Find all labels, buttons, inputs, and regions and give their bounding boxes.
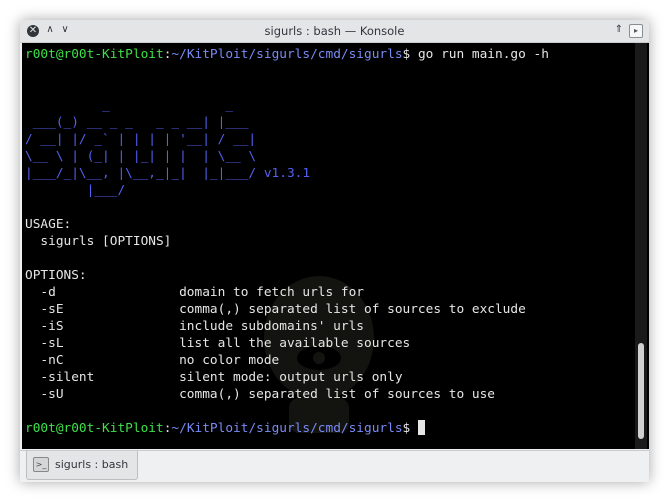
option-flag: -nC — [25, 353, 180, 368]
prompt-path: ~/KitPloit/sigurls/cmd/sigurls — [171, 47, 403, 62]
option-row: -sU comma(,) separated list of sources t… — [25, 386, 549, 403]
banner-line-with-version: |___/_|\__, |\__,_|_| |_|___/ v1.3.1 — [25, 165, 549, 182]
usage-header: USAGE: — [25, 217, 72, 232]
title-bar[interactable]: ✕ ∧ ∨ sigurls : bash — Konsole ⇑ ▸ — [20, 20, 649, 43]
keep-above-icon[interactable]: ⇑ — [613, 23, 625, 37]
banner-line: ___(_) __ _ _ _ _ __| |___ — [25, 115, 249, 130]
prompt-symbol: $ — [402, 47, 418, 62]
prompt-symbol: $ — [402, 421, 418, 436]
current-prompt-line[interactable]: r00t@r00t-KitPloit:~/KitPloit/sigurls/cm… — [25, 420, 549, 437]
prompt-user: r00t@r00t-KitPloit — [25, 421, 164, 436]
option-desc: domain to fetch urls for — [179, 285, 364, 300]
konsole-window: ✕ ∧ ∨ sigurls : bash — Konsole ⇑ ▸ r00t@… — [20, 20, 649, 482]
options-header: OPTIONS: — [25, 268, 87, 283]
option-row: -sE comma(,) separated list of sources t… — [25, 301, 549, 318]
vertical-scrollbar[interactable] — [635, 43, 647, 449]
option-row: -iS include subdomains' urls — [25, 318, 549, 335]
option-row: -d domain to fetch urls for — [25, 284, 549, 301]
usage-line: sigurls [OPTIONS] — [25, 234, 172, 249]
option-desc: no color mode — [179, 353, 280, 368]
version-label: v1.3.1 — [256, 166, 311, 181]
command-text: go run main.go -h — [417, 47, 549, 62]
banner-line: |___/_|\__, |\__,_|_| |_|___/ — [25, 166, 257, 181]
option-desc: silent mode: output urls only — [179, 370, 403, 385]
terminal-icon: >_ — [33, 457, 49, 472]
banner-line: |___/ — [25, 183, 126, 198]
tab-label: sigurls : bash — [55, 458, 129, 471]
option-row: -nC no color mode — [25, 352, 549, 369]
option-row: -sL list all the available sources — [25, 335, 549, 352]
option-row: -silent silent mode: output urls only — [25, 369, 549, 386]
text-cursor — [417, 420, 425, 435]
banner-line: / __| |/ _` | | | | '__| / __| — [25, 132, 257, 147]
banner-line: \__ \ | (_| | |_| | | | \__ \ — [25, 149, 257, 164]
banner-line: _ _ — [25, 98, 234, 113]
option-desc: comma(,) separated list of sources to ex… — [179, 302, 526, 317]
prompt-path: ~/KitPloit/sigurls/cmd/sigurls — [171, 421, 403, 436]
prompt-user: r00t@r00t-KitPloit — [25, 47, 164, 62]
terminal-view[interactable]: r00t@r00t-KitPloit:~/KitPloit/sigurls/cm… — [22, 43, 649, 449]
option-desc: include subdomains' urls — [179, 319, 364, 334]
window-title: sigurls : bash — Konsole — [264, 24, 405, 38]
tab-bar: >_ sigurls : bash — [20, 450, 649, 482]
terminal-output: r00t@r00t-KitPloit:~/KitPloit/sigurls/cm… — [25, 46, 549, 437]
command-line: r00t@r00t-KitPloit:~/KitPloit/sigurls/cm… — [25, 46, 549, 63]
option-flag: -sL — [25, 336, 180, 351]
option-flag: -iS — [25, 319, 180, 334]
tab-sigurls-bash[interactable]: >_ sigurls : bash — [26, 451, 138, 480]
scrollbar-thumb[interactable] — [638, 343, 644, 439]
option-desc: list all the available sources — [179, 336, 411, 351]
window-menu-icon[interactable]: ▸ — [629, 24, 643, 38]
option-desc: comma(,) separated list of sources to us… — [179, 387, 495, 402]
option-flag: -sU — [25, 387, 180, 402]
option-flag: -silent — [25, 370, 180, 385]
option-flag: -d — [25, 285, 180, 300]
option-flag: -sE — [25, 302, 180, 317]
